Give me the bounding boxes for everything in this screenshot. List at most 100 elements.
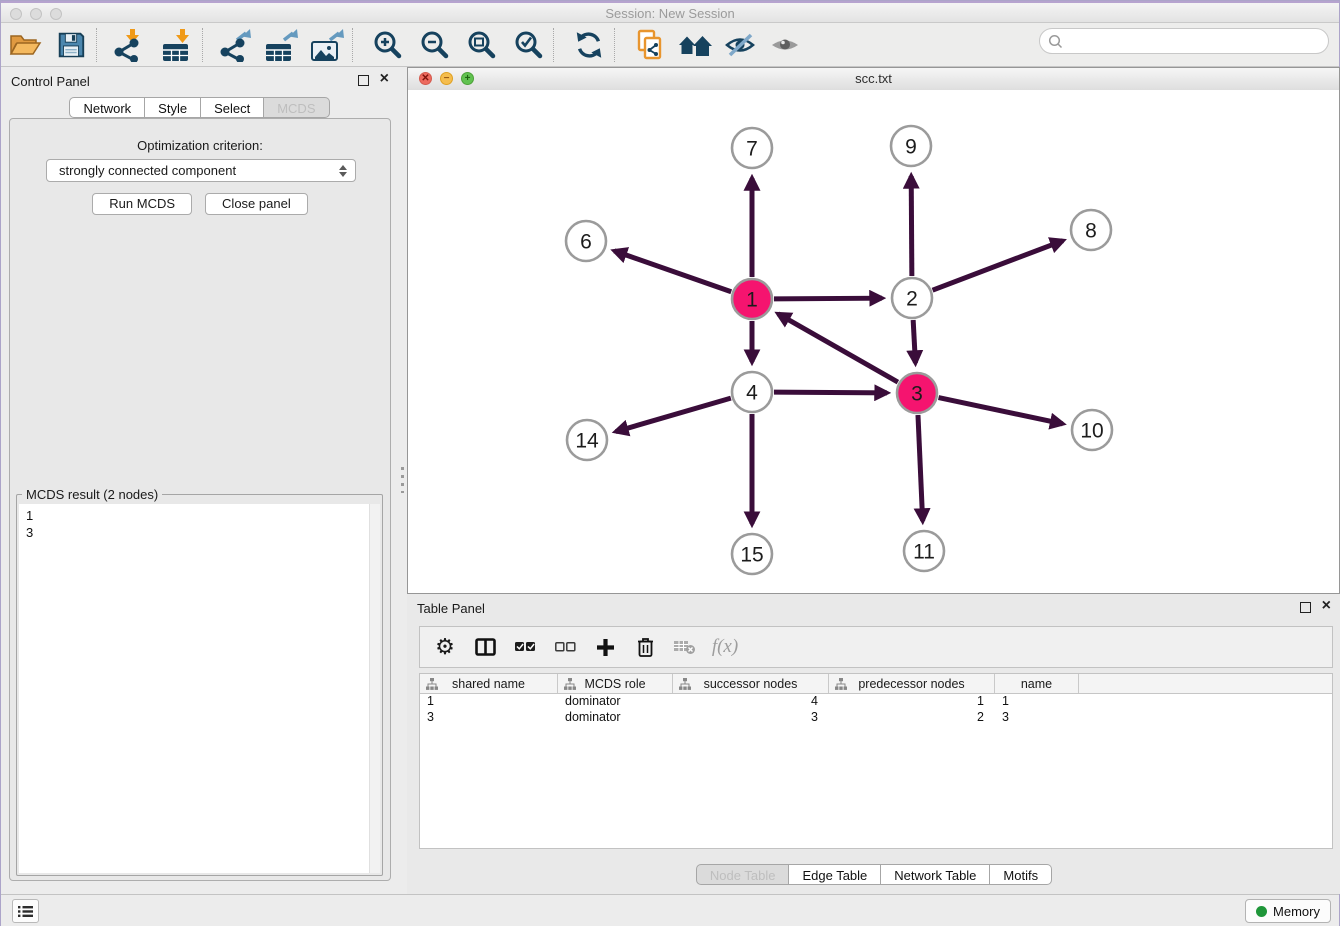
graph-node-label-2: 2 <box>906 288 918 311</box>
graph-node-label-10: 10 <box>1080 420 1103 443</box>
cell-successor-nodes[interactable]: 4 <box>673 694 829 710</box>
task-history-button[interactable] <box>12 899 39 923</box>
select-all-columns-icon[interactable] <box>512 634 538 660</box>
deselect-all-columns-icon[interactable] <box>552 634 578 660</box>
toolbar-separator <box>614 28 616 62</box>
cell-successor-nodes[interactable]: 3 <box>673 710 829 726</box>
splitter-grip[interactable] <box>401 467 404 493</box>
cell-mcds-role[interactable]: dominator <box>558 694 673 710</box>
result-line: 1 <box>26 507 380 524</box>
refresh-layout-icon[interactable] <box>570 26 608 64</box>
graph-edge-2-3[interactable] <box>913 320 915 363</box>
column-header-name[interactable]: name <box>995 674 1079 693</box>
memory-button[interactable]: Memory <box>1245 899 1331 923</box>
function-builder-icon: f(x) <box>712 634 738 660</box>
graph-node-label-9: 9 <box>905 136 917 159</box>
run-mcds-button[interactable]: Run MCDS <box>92 193 192 215</box>
cell-shared-name[interactable]: 3 <box>420 710 558 726</box>
network-window-titlebar[interactable]: ✕ − + scc.txt <box>408 68 1339 91</box>
zoom-in-icon[interactable] <box>368 26 406 64</box>
clone-network-icon[interactable] <box>630 26 668 64</box>
search-icon <box>1048 34 1063 49</box>
import-network-icon[interactable] <box>110 26 148 64</box>
mcds-result-textarea[interactable]: 1 3 <box>19 504 380 873</box>
show-all-eye-icon[interactable] <box>766 26 804 64</box>
column-type-icon <box>679 678 691 690</box>
graph-edge-4-14[interactable] <box>616 398 731 431</box>
column-header-successor-nodes[interactable]: successor nodes <box>673 674 829 693</box>
save-session-icon[interactable] <box>52 26 90 64</box>
zoom-selected-icon[interactable] <box>509 26 547 64</box>
export-image-icon[interactable] <box>308 26 346 64</box>
graph-edge-1-2[interactable] <box>774 298 882 299</box>
graph-edge-4-3[interactable] <box>774 392 887 393</box>
table-settings-icon[interactable]: ⚙ <box>432 634 458 660</box>
app-title: Session: New Session <box>1 6 1339 21</box>
search-box[interactable] <box>1039 28 1329 54</box>
tab-network[interactable]: Network <box>69 97 145 118</box>
result-scrollbar[interactable] <box>369 504 380 873</box>
tab-node-table[interactable]: Node Table <box>696 864 790 885</box>
main-toolbar <box>1 23 1339 67</box>
table-row[interactable]: 1 dominator 4 1 1 <box>420 694 1332 710</box>
optimization-criterion-select[interactable]: strongly connected component <box>46 159 356 182</box>
cell-mcds-role[interactable]: dominator <box>558 710 673 726</box>
delete-column-icon[interactable] <box>632 634 658 660</box>
graph-edge-2-8[interactable] <box>933 241 1063 291</box>
close-panel-button[interactable]: Close panel <box>205 193 308 215</box>
import-table-icon[interactable] <box>158 26 196 64</box>
column-type-icon <box>564 678 576 690</box>
column-header-predecessor-nodes[interactable]: predecessor nodes <box>829 674 995 693</box>
graph-edge-3-11[interactable] <box>918 415 923 521</box>
graph-edge-3-10[interactable] <box>939 398 1063 424</box>
cell-name[interactable]: 1 <box>995 694 1079 710</box>
graph-edge-3-1[interactable] <box>778 314 898 382</box>
float-table-panel-icon[interactable] <box>1300 602 1311 613</box>
zoom-fit-icon[interactable] <box>462 26 500 64</box>
tab-style[interactable]: Style <box>145 97 201 118</box>
tab-select[interactable]: Select <box>201 97 264 118</box>
column-type-icon <box>426 678 438 690</box>
zoom-out-icon[interactable] <box>415 26 453 64</box>
table-panel: Table Panel × ⚙ <box>407 594 1340 894</box>
graph-node-label-6: 6 <box>580 231 592 254</box>
table-header-row: shared name MCDS role successor nodes pr… <box>420 674 1332 694</box>
table-row[interactable]: 3 dominator 3 2 3 <box>420 710 1332 726</box>
split-columns-icon[interactable] <box>472 634 498 660</box>
tab-network-table[interactable]: Network Table <box>881 864 990 885</box>
open-session-icon[interactable] <box>6 26 44 64</box>
float-panel-icon[interactable] <box>358 75 369 86</box>
panel-splitter[interactable] <box>398 67 407 894</box>
tab-motifs[interactable]: Motifs <box>990 864 1052 885</box>
tab-edge-table[interactable]: Edge Table <box>789 864 881 885</box>
hide-selected-eye-icon[interactable] <box>721 26 759 64</box>
mcds-result-groupbox: MCDS result (2 nodes) 1 3 <box>16 494 383 876</box>
close-panel-icon[interactable]: × <box>380 70 389 88</box>
column-header-shared-name[interactable]: shared name <box>420 674 558 693</box>
tab-mcds[interactable]: MCDS <box>264 97 329 118</box>
cell-shared-name[interactable]: 1 <box>420 694 558 710</box>
dropdown-arrows-icon <box>339 165 347 177</box>
cell-predecessor-nodes[interactable]: 1 <box>829 694 995 710</box>
add-column-icon[interactable] <box>592 634 618 660</box>
optimization-criterion-label: Optimization criterion: <box>10 138 390 153</box>
cell-name[interactable]: 3 <box>995 710 1079 726</box>
memory-status-icon <box>1256 906 1267 917</box>
selected-criterion: strongly connected component <box>59 163 236 178</box>
graph-edge-2-9[interactable] <box>911 176 912 276</box>
go-home-icon[interactable] <box>676 26 714 64</box>
memory-label: Memory <box>1273 904 1320 919</box>
cell-predecessor-nodes[interactable]: 2 <box>829 710 995 726</box>
destroy-table-icon <box>672 634 698 660</box>
task-list-icon <box>17 904 34 919</box>
export-network-icon[interactable] <box>216 26 254 64</box>
search-input[interactable] <box>1068 33 1328 50</box>
network-canvas[interactable]: 7968124314101511 <box>408 90 1339 593</box>
mcds-panel-body: Optimization criterion: strongly connect… <box>9 118 391 881</box>
export-table-icon[interactable] <box>262 26 300 64</box>
column-header-mcds-role[interactable]: MCDS role <box>558 674 673 693</box>
close-table-panel-icon[interactable]: × <box>1322 597 1331 615</box>
network-view-window: ✕ − + scc.txt 7968124314101511 <box>407 67 1340 594</box>
graph-edge-1-6[interactable] <box>614 251 731 292</box>
status-bar: Memory <box>1 894 1339 926</box>
